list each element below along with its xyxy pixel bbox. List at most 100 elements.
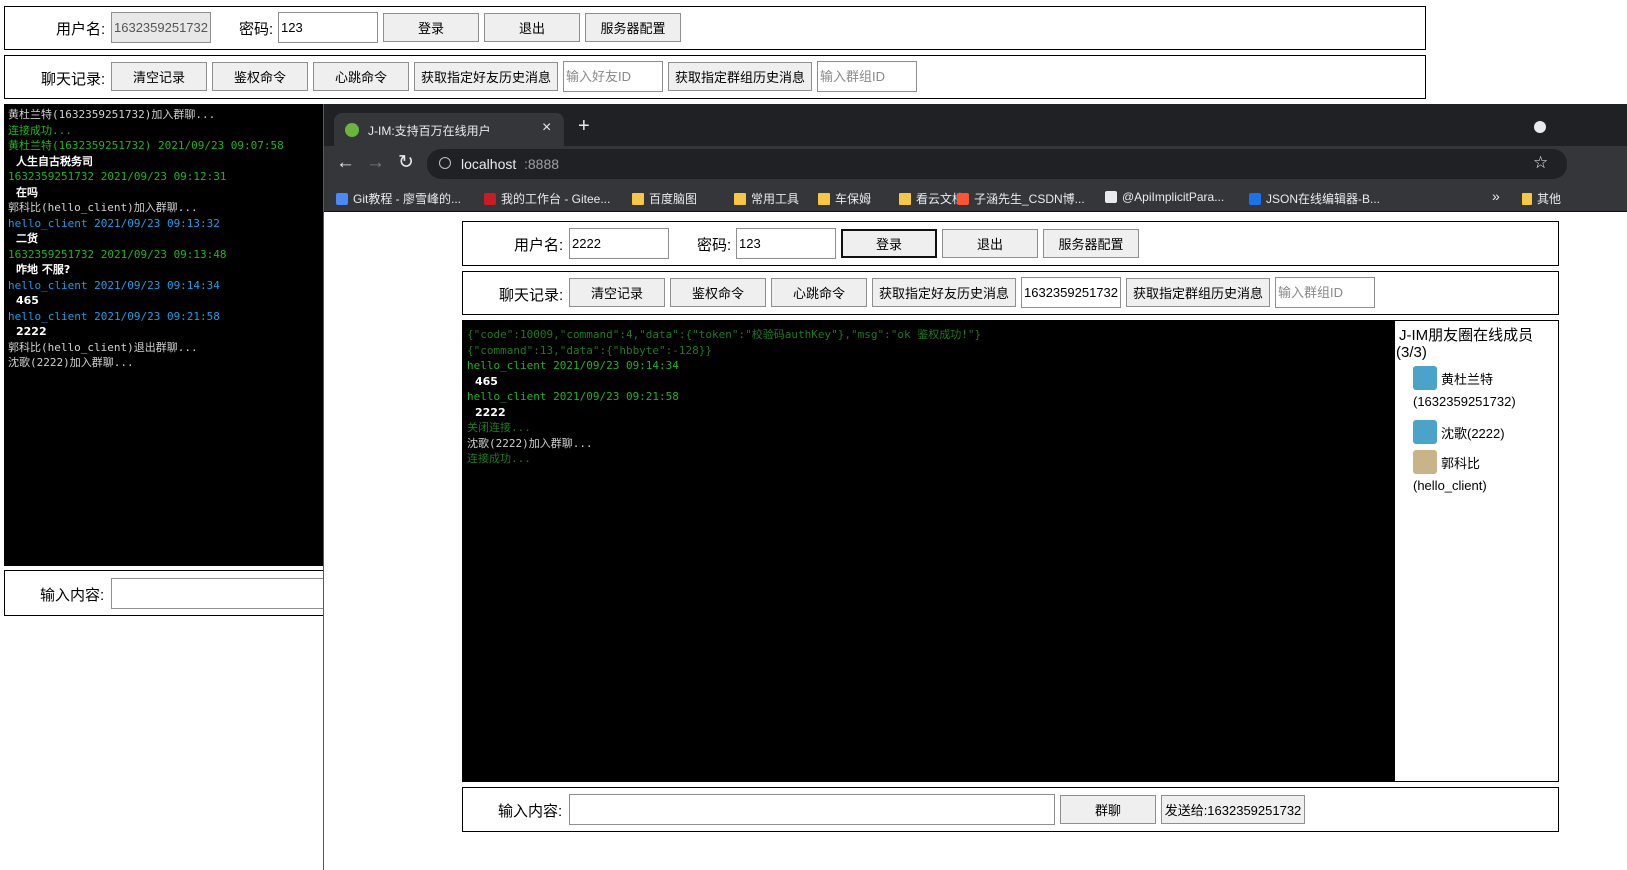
log-line: 连接成功... bbox=[467, 452, 531, 465]
left-toolbar: 聊天记录: 清空记录 鉴权命令 心跳命令 获取指定好友历史消息 获取指定群组历史… bbox=[4, 55, 1426, 99]
tab-strip: J-IM:支持百万在线用户 × + bbox=[324, 104, 1627, 146]
csdn-icon bbox=[957, 192, 969, 205]
online-member[interactable]: 黄杜兰特 (1632359251732) bbox=[1413, 366, 1553, 409]
member-name: 黄杜兰特 bbox=[1441, 371, 1494, 387]
bookmark-label: 子涵先生_CSDN博... bbox=[974, 192, 1085, 206]
logout-button[interactable]: 退出 bbox=[484, 13, 580, 42]
log-line: hello_client 2021/09/23 09:14:34 bbox=[8, 278, 220, 292]
bookmark-label: JSON在线编辑器-B... bbox=[1266, 192, 1381, 206]
message-input[interactable] bbox=[569, 794, 1055, 825]
friend-history-button[interactable]: 获取指定好友历史消息 bbox=[414, 62, 558, 91]
log-line: 黄杜兰特(1632359251732)加入群聊... bbox=[8, 108, 216, 121]
right-input-bar: 输入内容: 群聊 发送给:1632359251732 bbox=[462, 787, 1559, 832]
send-to-button[interactable]: 发送给:1632359251732 bbox=[1161, 795, 1305, 824]
back-icon[interactable]: ← bbox=[336, 152, 355, 174]
new-tab-icon[interactable]: + bbox=[578, 115, 590, 138]
rocket-icon bbox=[336, 192, 348, 205]
bookmark-item[interactable]: 常用工具 bbox=[734, 190, 799, 207]
server-config-button[interactable]: 服务器配置 bbox=[585, 13, 681, 42]
username-label: 用户名: bbox=[514, 237, 564, 254]
bookmark-label: 百度脑图 bbox=[649, 192, 698, 206]
group-history-button[interactable]: 获取指定群组历史消息 bbox=[1126, 278, 1270, 307]
bookmark-item[interactable]: 百度脑图 bbox=[632, 190, 697, 207]
group-chat-button[interactable]: 群聊 bbox=[1060, 795, 1156, 824]
log-line: 关闭连接... bbox=[467, 421, 531, 434]
404-avatar-icon bbox=[1413, 366, 1437, 390]
group-id-input[interactable] bbox=[817, 61, 917, 92]
message-input[interactable] bbox=[111, 578, 341, 609]
forward-icon[interactable]: → bbox=[366, 152, 385, 174]
browser-window: J-IM:支持百万在线用户 × + ← → ↻ localhost :8888 … bbox=[323, 104, 1627, 870]
online-title: J-IM朋友圈在线成员 bbox=[1399, 327, 1534, 344]
bookmark-item[interactable]: 看云文档 bbox=[899, 190, 964, 207]
chat-message: 人生自古税务司 bbox=[16, 154, 93, 168]
log-line: {"command":13,"data":{"hbbyte":-128}} bbox=[467, 343, 713, 357]
left-chat-log: 黄杜兰特(1632359251732)加入群聊... 连接成功... 黄杜兰特(16… bbox=[4, 104, 329, 566]
right-toolbar: 聊天记录: 清空记录 鉴权命令 心跳命令 获取指定好友历史消息 获取指定群组历史… bbox=[462, 271, 1559, 315]
chat-message: 二货 bbox=[16, 232, 38, 245]
logout-button[interactable]: 退出 bbox=[942, 229, 1038, 258]
heartbeat-command-button[interactable]: 心跳命令 bbox=[771, 278, 867, 307]
log-line: 郭科比(hello_client)加入群聊... bbox=[8, 201, 198, 214]
bookmark-item[interactable]: 我的工作台 - Gitee... bbox=[484, 190, 610, 207]
log-line: hello_client 2021/09/23 09:14:34 bbox=[467, 359, 679, 372]
friend-history-button[interactable]: 获取指定好友历史消息 bbox=[872, 278, 1016, 307]
folder-icon bbox=[899, 192, 911, 205]
password-input[interactable] bbox=[278, 12, 378, 43]
right-chat-log: {"code":10009,"command":4,"data":{"token… bbox=[463, 321, 1395, 781]
username-label: 用户名: bbox=[56, 21, 106, 38]
login-button[interactable]: 登录 bbox=[841, 229, 937, 258]
server-config-button[interactable]: 服务器配置 bbox=[1043, 229, 1139, 258]
member-id: (hello_client) bbox=[1413, 478, 1487, 493]
address-bar[interactable]: localhost :8888 ☆ bbox=[427, 149, 1567, 179]
right-login-bar: 用户名: 密码: 登录 退出 服务器配置 bbox=[462, 221, 1559, 266]
group-history-button[interactable]: 获取指定群组历史消息 bbox=[668, 62, 812, 91]
bookmark-item[interactable]: @ApiImplicitPara... bbox=[1105, 190, 1224, 204]
bookmark-item[interactable]: 子涵先生_CSDN博... bbox=[957, 190, 1085, 207]
folder-icon bbox=[632, 192, 644, 205]
site-info-icon[interactable] bbox=[439, 157, 451, 169]
tab-close-icon[interactable]: × bbox=[542, 119, 551, 137]
member-name: 郭科比 bbox=[1441, 455, 1481, 471]
friend-id-input[interactable] bbox=[563, 61, 663, 92]
heartbeat-command-button[interactable]: 心跳命令 bbox=[313, 62, 409, 91]
friend-id-input[interactable] bbox=[1021, 277, 1121, 308]
username-input[interactable] bbox=[111, 12, 211, 43]
gitee-icon bbox=[484, 192, 496, 205]
bookmark-item[interactable]: JSON在线编辑器-B... bbox=[1249, 190, 1380, 207]
login-button[interactable]: 登录 bbox=[383, 13, 479, 42]
password-input[interactable] bbox=[736, 228, 836, 259]
tab-search-icon[interactable] bbox=[1534, 121, 1546, 133]
bookmark-item[interactable]: 车保姆 bbox=[818, 190, 871, 207]
clear-history-button[interactable]: 清空记录 bbox=[569, 278, 665, 307]
other-bookmarks-label: 其他 bbox=[1537, 192, 1562, 206]
chat-message: 465 bbox=[475, 374, 498, 388]
chat-history-label: 聊天记录: bbox=[499, 287, 564, 304]
reload-icon[interactable]: ↻ bbox=[398, 151, 414, 174]
browser-toolbar: ← → ↻ localhost :8888 ☆ bbox=[324, 146, 1627, 184]
photo-avatar-icon bbox=[1413, 450, 1437, 474]
clear-history-button[interactable]: 清空记录 bbox=[111, 62, 207, 91]
input-content-label: 输入内容: bbox=[40, 587, 105, 604]
input-content-label: 输入内容: bbox=[498, 803, 563, 820]
bookmark-label: 常用工具 bbox=[751, 192, 800, 206]
group-id-input[interactable] bbox=[1275, 277, 1375, 308]
log-line: hello_client 2021/09/23 09:21:58 bbox=[467, 390, 679, 403]
log-line: 1632359251732 2021/09/23 09:13:48 bbox=[8, 247, 227, 261]
url-host: localhost bbox=[461, 156, 517, 172]
star-icon[interactable]: ☆ bbox=[1533, 153, 1548, 173]
bookmark-item[interactable]: Git教程 - 廖雪峰的... bbox=[336, 190, 461, 207]
spring-favicon-icon bbox=[345, 123, 359, 137]
online-member[interactable]: 沈歌(2222) bbox=[1413, 420, 1553, 444]
online-member[interactable]: 郭科比 (hello_client) bbox=[1413, 450, 1553, 493]
404-avatar-icon bbox=[1413, 420, 1437, 444]
username-input[interactable] bbox=[569, 228, 669, 259]
auth-command-button[interactable]: 鉴权命令 bbox=[212, 62, 308, 91]
auth-command-button[interactable]: 鉴权命令 bbox=[670, 278, 766, 307]
online-members-panel: J-IM朋友圈在线成员 (3/3) 黄杜兰特 (1632359251732) 沈歌(… bbox=[1395, 321, 1558, 781]
folder-icon bbox=[1522, 192, 1532, 205]
bejson-icon bbox=[1249, 192, 1261, 205]
browser-tab[interactable]: J-IM:支持百万在线用户 × bbox=[334, 113, 564, 146]
other-bookmarks[interactable]: 其他 bbox=[1522, 190, 1561, 207]
more-bookmarks-icon[interactable]: » bbox=[1492, 188, 1500, 204]
